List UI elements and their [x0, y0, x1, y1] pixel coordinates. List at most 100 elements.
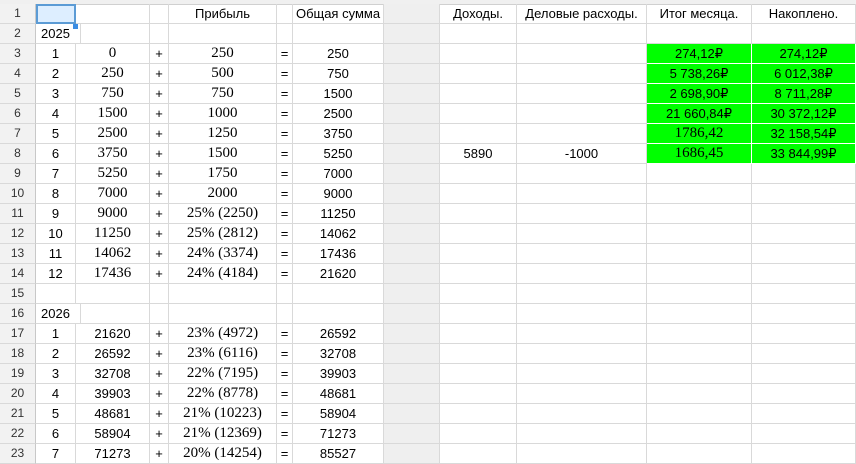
cell-C11[interactable]: + [150, 204, 169, 224]
row-header[interactable]: 23 [0, 444, 36, 464]
cell-K15[interactable] [752, 284, 856, 304]
cell-B18[interactable]: 26592 [76, 344, 150, 364]
cell-E3[interactable]: = [277, 44, 293, 64]
cell-E15[interactable] [277, 284, 293, 304]
cell-H12[interactable] [440, 224, 517, 244]
cell-D15[interactable] [169, 284, 277, 304]
cell-E19[interactable]: = [277, 364, 293, 384]
row-header[interactable]: 11 [0, 204, 36, 224]
cell-D7[interactable]: 1250 [169, 124, 277, 144]
cell-G17[interactable] [384, 324, 440, 344]
cell-B9[interactable]: 5250 [76, 164, 150, 184]
cell-J8[interactable]: 1686,45 [647, 144, 752, 164]
cell-C18[interactable]: + [150, 344, 169, 364]
cell-J17[interactable] [647, 324, 752, 344]
cell-F22[interactable]: 71273 [293, 424, 384, 444]
cell-B7[interactable]: 2500 [76, 124, 150, 144]
cell-K22[interactable] [752, 424, 856, 444]
cell-A21[interactable]: 5 [36, 404, 76, 424]
cell-F15[interactable] [293, 284, 384, 304]
cell-G12[interactable] [384, 224, 440, 244]
cell-F12[interactable]: 14062 [293, 224, 384, 244]
cell-E5[interactable]: = [277, 84, 293, 104]
cell-F16[interactable] [293, 304, 384, 324]
cell-E9[interactable]: = [277, 164, 293, 184]
cell-D6[interactable]: 1000 [169, 104, 277, 124]
cell-G23[interactable] [384, 444, 440, 464]
cell-I3[interactable] [517, 44, 647, 64]
cell-I18[interactable] [517, 344, 647, 364]
cell-B15[interactable] [76, 284, 150, 304]
cell-A15[interactable] [36, 284, 76, 304]
cell-B22[interactable]: 58904 [76, 424, 150, 444]
cell-F20[interactable]: 48681 [293, 384, 384, 404]
cell-A12[interactable]: 10 [36, 224, 76, 244]
cell-I17[interactable] [517, 324, 647, 344]
cell-K11[interactable] [752, 204, 856, 224]
cell-C3[interactable]: + [150, 44, 169, 64]
cell-E10[interactable]: = [277, 184, 293, 204]
cell-J19[interactable] [647, 364, 752, 384]
cell-K5[interactable]: 8 711,28₽ [752, 84, 856, 104]
cell-B17[interactable]: 21620 [76, 324, 150, 344]
cell-I4[interactable] [517, 64, 647, 84]
cell-B10[interactable]: 7000 [76, 184, 150, 204]
cell-I15[interactable] [517, 284, 647, 304]
cell-G10[interactable] [384, 184, 440, 204]
cell-E22[interactable]: = [277, 424, 293, 444]
cell-E16[interactable] [277, 304, 293, 324]
cell-D19[interactable]: 22% (7195) [169, 364, 277, 384]
cell-F13[interactable]: 17436 [293, 244, 384, 264]
cell-G7[interactable] [384, 124, 440, 144]
cell-B5[interactable]: 750 [76, 84, 150, 104]
cell-C12[interactable]: + [150, 224, 169, 244]
cell-K18[interactable] [752, 344, 856, 364]
cell-H1[interactable]: Доходы. [440, 4, 517, 24]
cell-F7[interactable]: 3750 [293, 124, 384, 144]
cell-K7[interactable]: 32 158,54₽ [752, 124, 856, 144]
cell-J1[interactable]: Итог месяца. [647, 4, 752, 24]
cell-D4[interactable]: 500 [169, 64, 277, 84]
cell-J5[interactable]: 2 698,90₽ [647, 84, 752, 104]
cell-F23[interactable]: 85527 [293, 444, 384, 464]
cell-B13[interactable]: 14062 [76, 244, 150, 264]
row-header[interactable]: 7 [0, 124, 36, 144]
cell-E7[interactable]: = [277, 124, 293, 144]
cell-E20[interactable]: = [277, 384, 293, 404]
cell-C5[interactable]: + [150, 84, 169, 104]
cell-H14[interactable] [440, 264, 517, 284]
cell-K3[interactable]: 274,12₽ [752, 44, 856, 64]
cell-F9[interactable]: 7000 [293, 164, 384, 184]
cell-F14[interactable]: 21620 [293, 264, 384, 284]
cell-G5[interactable] [384, 84, 440, 104]
cell-C2[interactable] [150, 24, 169, 44]
cell-J6[interactable]: 21 660,84₽ [647, 104, 752, 124]
cell-J16[interactable] [647, 304, 752, 324]
cell-B4[interactable]: 250 [76, 64, 150, 84]
cell-I2[interactable] [517, 24, 647, 44]
cell-D14[interactable]: 24% (4184) [169, 264, 277, 284]
cell-B21[interactable]: 48681 [76, 404, 150, 424]
cell-F19[interactable]: 39903 [293, 364, 384, 384]
cell-D18[interactable]: 23% (6116) [169, 344, 277, 364]
cell-I9[interactable] [517, 164, 647, 184]
cell-J10[interactable] [647, 184, 752, 204]
cell-E18[interactable]: = [277, 344, 293, 364]
cell-I12[interactable] [517, 224, 647, 244]
row-header[interactable]: 19 [0, 364, 36, 384]
cell-A19[interactable]: 3 [36, 364, 76, 384]
row-header[interactable]: 18 [0, 344, 36, 364]
cell-B20[interactable]: 39903 [76, 384, 150, 404]
cell-G6[interactable] [384, 104, 440, 124]
cell-J22[interactable] [647, 424, 752, 444]
cell-J13[interactable] [647, 244, 752, 264]
cell-K21[interactable] [752, 404, 856, 424]
cell-C17[interactable]: + [150, 324, 169, 344]
cell-G15[interactable] [384, 284, 440, 304]
row-header[interactable]: 5 [0, 84, 36, 104]
cell-K13[interactable] [752, 244, 856, 264]
cell-I23[interactable] [517, 444, 647, 464]
cell-B19[interactable]: 32708 [76, 364, 150, 384]
cell-B12[interactable]: 11250 [76, 224, 150, 244]
cell-C4[interactable]: + [150, 64, 169, 84]
